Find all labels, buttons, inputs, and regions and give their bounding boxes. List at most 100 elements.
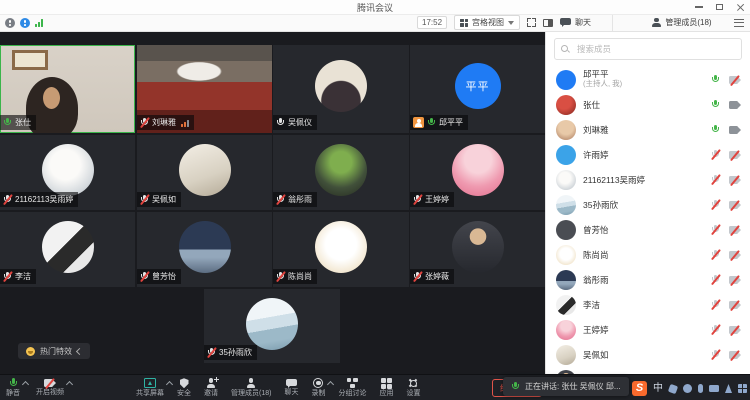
chevron-up-icon[interactable] bbox=[166, 381, 173, 388]
member-name: 王婷婷 bbox=[583, 324, 704, 336]
camera-off-icon bbox=[729, 201, 741, 209]
member-row[interactable]: 吴佩如 bbox=[546, 342, 750, 367]
search-input[interactable] bbox=[575, 43, 735, 55]
mic-muted-icon bbox=[276, 272, 285, 282]
settings-button[interactable]: 设置 bbox=[406, 375, 420, 400]
share-screen-button[interactable]: 共享屏幕 bbox=[136, 375, 164, 400]
close-icon[interactable] bbox=[736, 3, 744, 11]
member-row[interactable]: 李洁 bbox=[546, 292, 750, 317]
camera-off-icon bbox=[729, 176, 741, 184]
member-search-box[interactable] bbox=[554, 38, 742, 60]
chevron-up-icon[interactable] bbox=[22, 381, 29, 388]
camera-off-icon bbox=[729, 301, 741, 309]
avatar bbox=[452, 144, 504, 196]
chat-panel-button[interactable]: 聊天 bbox=[560, 17, 591, 28]
member-name: 35孙雨欣 bbox=[583, 199, 704, 211]
ime-tray: S 中 bbox=[632, 381, 747, 396]
tile-name-label: 邱平平 bbox=[410, 115, 468, 130]
mic-muted-icon bbox=[711, 225, 720, 235]
member-row[interactable]: 35孙雨欣 bbox=[546, 192, 750, 217]
manage-members-button[interactable]: 管理成员(18) bbox=[231, 375, 271, 400]
member-row[interactable]: 邱平平 (主持人, 我) bbox=[546, 67, 750, 92]
host-badge-icon bbox=[413, 117, 424, 128]
video-tile[interactable]: 翁彤雨 bbox=[273, 135, 409, 210]
member-row[interactable]: 翁彤雨 bbox=[546, 267, 750, 292]
keyboard-icon[interactable] bbox=[709, 385, 719, 392]
avatar bbox=[42, 144, 94, 196]
apps-grid-icon bbox=[381, 378, 392, 389]
avatar bbox=[179, 221, 231, 273]
ime-mode-label[interactable]: 中 bbox=[653, 384, 663, 394]
mic-muted-icon bbox=[207, 348, 216, 358]
panel-menu-icon[interactable] bbox=[734, 19, 744, 27]
invite-button[interactable]: 邀请 bbox=[204, 375, 218, 400]
emoji-icon[interactable] bbox=[683, 384, 692, 393]
video-tile[interactable]: 李洁 bbox=[0, 212, 135, 287]
participant-name: 陈尚尚 bbox=[288, 271, 312, 282]
mic-muted-icon bbox=[711, 300, 720, 310]
security-button[interactable]: 安全 bbox=[177, 375, 191, 400]
mic-on-icon bbox=[711, 125, 720, 135]
effects-pill[interactable]: 热门特效 bbox=[18, 343, 90, 359]
video-tile[interactable]: 王婷婷 bbox=[410, 135, 545, 210]
mute-button[interactable]: 静音 bbox=[6, 375, 20, 400]
title-bar: 腾讯会议 bbox=[0, 0, 750, 15]
participant-face bbox=[43, 87, 60, 109]
avatar bbox=[556, 95, 576, 115]
breakout-rooms-button[interactable]: 分组讨论 bbox=[338, 375, 366, 400]
avatar bbox=[452, 221, 504, 273]
skin-icon[interactable] bbox=[725, 384, 732, 393]
meeting-timer: 17:52 bbox=[417, 16, 447, 29]
apps-button[interactable]: 应用 bbox=[379, 375, 393, 400]
chat-button[interactable]: 聊天 bbox=[284, 375, 298, 400]
member-row[interactable]: 陈尚尚 bbox=[546, 242, 750, 267]
video-tile[interactable]: 吴佩仪 bbox=[273, 45, 409, 133]
video-tile[interactable]: 张仕 bbox=[0, 45, 135, 133]
voice-input-icon[interactable] bbox=[698, 384, 703, 393]
video-tile[interactable]: 平平 邱平平 bbox=[410, 45, 545, 133]
member-row[interactable]: 曾芳怡 bbox=[546, 217, 750, 242]
tile-name-label: 翁彤雨 bbox=[273, 192, 317, 207]
minimize-icon[interactable] bbox=[695, 6, 703, 8]
split-view-icon[interactable] bbox=[543, 19, 553, 27]
video-tile[interactable]: 张婷薇 bbox=[410, 212, 545, 287]
mic-on-icon bbox=[511, 382, 520, 392]
chevron-up-icon[interactable] bbox=[66, 381, 73, 388]
avatar bbox=[42, 221, 94, 273]
start-video-button[interactable]: 开启视频 bbox=[36, 375, 64, 400]
fullscreen-icon[interactable] bbox=[527, 18, 536, 27]
member-row[interactable]: 刘琳雅 bbox=[546, 117, 750, 142]
member-row[interactable]: 张仕 bbox=[546, 92, 750, 117]
mic-muted-icon bbox=[711, 200, 720, 210]
tile-name-label: 张仕 bbox=[0, 115, 36, 130]
participant-name: 21162113吴雨婷 bbox=[15, 194, 73, 205]
speaking-toast: 正在讲话: 张仕 吴佩仪 邱... bbox=[503, 377, 629, 396]
mic-muted-icon bbox=[711, 175, 720, 185]
member-row[interactable]: 王婷婷 bbox=[546, 317, 750, 342]
toolbox-grid-icon[interactable] bbox=[738, 384, 747, 393]
participant-name: 李洁 bbox=[15, 271, 31, 282]
record-button[interactable]: 录制 bbox=[311, 375, 325, 400]
mic-on-icon bbox=[3, 118, 12, 128]
video-tile[interactable]: 曾芳怡 bbox=[137, 212, 272, 287]
chat-bubble-icon bbox=[286, 379, 297, 388]
video-tile[interactable]: 刘琳雅 bbox=[137, 45, 272, 133]
chevron-up-icon[interactable] bbox=[327, 381, 334, 388]
video-tile[interactable]: 21162113吴雨婷 bbox=[0, 135, 135, 210]
video-tile[interactable]: 吴佩如 bbox=[137, 135, 272, 210]
participant-name: 王婷婷 bbox=[425, 194, 449, 205]
view-controls: 17:52 宫格视图 聊天 bbox=[417, 14, 591, 31]
security-info-icon[interactable] bbox=[20, 18, 30, 28]
layout-view-button[interactable]: 宫格视图 bbox=[454, 15, 520, 30]
mic-muted-icon bbox=[140, 272, 149, 282]
member-row[interactable]: 21162113吴雨婷 bbox=[546, 167, 750, 192]
sogou-logo-icon[interactable]: S bbox=[632, 381, 647, 396]
member-row[interactable]: 许雨婷 bbox=[546, 142, 750, 167]
ime-shape-icon[interactable] bbox=[668, 383, 678, 393]
search-icon bbox=[561, 45, 570, 54]
grid-view-icon bbox=[460, 19, 468, 27]
meeting-info-icon[interactable] bbox=[5, 18, 15, 28]
video-tile[interactable]: 陈尚尚 bbox=[273, 212, 409, 287]
maximize-icon[interactable] bbox=[716, 4, 723, 10]
video-tile[interactable]: 35孙雨欣 bbox=[204, 289, 340, 363]
